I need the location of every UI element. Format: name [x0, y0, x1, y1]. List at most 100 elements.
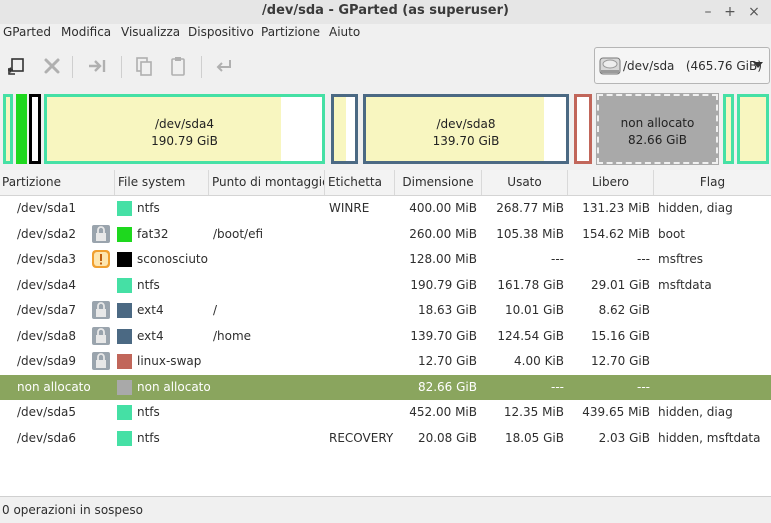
used: 12.35 MiB	[503, 405, 564, 419]
filesystem-color-swatch	[117, 201, 132, 216]
menu-visualizza[interactable]: Visualizza	[121, 25, 180, 39]
partition-name: /dev/sda9	[17, 354, 77, 368]
map-sda1[interactable]	[3, 94, 13, 164]
col-used[interactable]: Usato	[482, 170, 568, 195]
col-free[interactable]: Libero	[568, 170, 654, 195]
map-sda3[interactable]	[29, 94, 41, 164]
filesystem: ntfs	[137, 277, 160, 292]
maximize-button[interactable]: +	[720, 2, 740, 22]
table-row[interactable]: /dev/sda2 fat32/boot/efi 260.00 MiB 105.38 …	[0, 222, 771, 247]
lock-icon	[91, 326, 111, 346]
filesystem-color-swatch	[117, 252, 132, 267]
filesystem-color-swatch	[117, 354, 132, 369]
free: 2.03 GiB	[598, 430, 650, 445]
menu-gparted[interactable]: GParted	[3, 25, 51, 39]
copy-button[interactable]	[132, 54, 156, 78]
map-sda6[interactable]	[737, 94, 769, 164]
flags: hidden, diag	[658, 201, 733, 215]
resize-move-button[interactable]	[85, 54, 109, 78]
table-row[interactable]: /dev/sda3 sconosciuto 128.00 MiB --- --- msft…	[0, 247, 771, 272]
toolbar-separator	[201, 56, 202, 78]
label: RECOVERY	[329, 430, 394, 445]
map-unallocated-name: non allocato	[620, 116, 695, 130]
filesystem-color-swatch	[117, 405, 132, 420]
map-unallocated[interactable]: non allocato 82.66 GiB	[596, 93, 719, 165]
table-row[interactable]: /dev/sda1 ntfs WINRE 400.00 MiB 268.77 MiB 13…	[0, 196, 771, 221]
menu-bar: GParted Modifica Visualizza Dispositivo …	[0, 24, 771, 44]
flags: msftres	[658, 252, 703, 266]
col-filesystem[interactable]: File system	[115, 170, 209, 195]
paste-icon	[171, 57, 185, 76]
map-unallocated-size: 82.66 GiB	[627, 133, 688, 147]
undo-button[interactable]	[212, 54, 236, 78]
table-row[interactable]: /dev/sda8 ext4/home 139.70 GiB 124.54 GiB 15…	[0, 324, 771, 349]
partition-name: /dev/sda8	[17, 328, 77, 343]
table-row[interactable]: /dev/sda5 ntfs 452.00 MiB 12.35 MiB 439.65 M…	[0, 400, 771, 425]
col-label[interactable]: Etichetta	[325, 170, 395, 195]
size: 12.70 GiB	[417, 354, 477, 368]
paste-button[interactable]	[166, 54, 190, 78]
table-row[interactable]: /dev/sda9 linux-swap 12.70 GiB 4.00 KiB 12.7…	[0, 349, 771, 374]
menu-aiuto[interactable]: Aiuto	[329, 25, 360, 39]
status-bar: 0 operazioni in sospeso	[0, 496, 771, 523]
chevron-down-icon	[753, 62, 763, 68]
device-selector[interactable]: /dev/sda (465.76 GiB)	[594, 47, 770, 84]
size: 452.00 MiB	[409, 405, 477, 419]
map-sda4-size: 190.79 GiB	[151, 134, 218, 148]
filesystem-color-swatch	[117, 430, 132, 446]
filesystem: linux-swap	[137, 354, 202, 368]
size: 260.00 MiB	[409, 226, 477, 241]
map-sda8[interactable]: /dev/sda8 139.70 GiB	[363, 94, 569, 164]
free: 8.62 GiB	[598, 303, 650, 317]
new-partition-button[interactable]	[5, 54, 29, 78]
col-flags[interactable]: Flag	[654, 170, 771, 195]
free: ---	[637, 379, 650, 394]
warning-icon	[91, 249, 111, 269]
table-row[interactable]: non allocato non allocato 82.66 GiB --- ---	[0, 374, 771, 400]
filesystem-color-swatch	[117, 328, 132, 344]
filesystem-color-swatch	[117, 277, 132, 293]
col-mountpoint[interactable]: Punto di montaggio	[209, 170, 325, 195]
filesystem: ntfs	[137, 430, 160, 445]
map-sda8-name: /dev/sda8	[436, 117, 496, 131]
free: 154.62 MiB	[582, 226, 650, 241]
close-button[interactable]: ×	[744, 2, 764, 22]
filesystem-color-swatch	[117, 379, 132, 395]
flags: hidden, msftdata	[658, 430, 761, 445]
table-row[interactable]: /dev/sda4 ntfs 190.79 GiB 161.78 GiB 29.01 G…	[0, 273, 771, 298]
table-row[interactable]: /dev/sda6 ntfs RECOVERY 20.08 GiB 18.05 GiB 2…	[0, 426, 771, 451]
used: 161.78 GiB	[497, 277, 564, 292]
new-partition-icon	[8, 58, 24, 75]
map-sda4[interactable]: /dev/sda4 190.79 GiB	[44, 94, 325, 164]
used: 10.01 GiB	[504, 303, 564, 317]
toolbar-separator	[121, 56, 122, 78]
menu-dispositivo[interactable]: Dispositivo	[188, 25, 254, 39]
menu-modifica[interactable]: Modifica	[61, 25, 111, 39]
filesystem: non allocato	[137, 379, 211, 394]
flags: hidden, diag	[658, 405, 733, 419]
size: 18.63 GiB	[417, 303, 477, 317]
map-sda9[interactable]	[574, 94, 592, 164]
map-sda2[interactable]	[16, 94, 27, 164]
partition-name: /dev/sda7	[17, 303, 77, 317]
delete-button[interactable]	[40, 54, 64, 78]
col-size[interactable]: Dimensione	[395, 170, 482, 195]
copy-icon	[136, 57, 152, 76]
table-row[interactable]: /dev/sda7 ext4 / 18.63 GiB 10.01 GiB 8.62 GiB	[0, 298, 771, 323]
size: 128.00 MiB	[409, 252, 477, 266]
used: ---	[551, 379, 564, 394]
minimize-button[interactable]: –	[698, 2, 718, 22]
map-sda7[interactable]	[331, 94, 358, 164]
partition-name: /dev/sda2	[17, 226, 77, 241]
lock-icon	[91, 351, 111, 371]
map-sda5[interactable]	[723, 94, 734, 164]
close-icon: ×	[748, 4, 760, 20]
toolbar-separator	[72, 56, 73, 78]
col-partizione[interactable]: Partizione	[0, 170, 115, 195]
menu-partizione[interactable]: Partizione	[261, 25, 320, 39]
map-sda7-used	[334, 97, 346, 161]
free: 15.16 GiB	[590, 328, 650, 343]
filesystem: ntfs	[137, 201, 160, 215]
table-header: Partizione File system Punto di montaggi…	[0, 170, 771, 196]
used: 268.77 MiB	[496, 201, 564, 215]
